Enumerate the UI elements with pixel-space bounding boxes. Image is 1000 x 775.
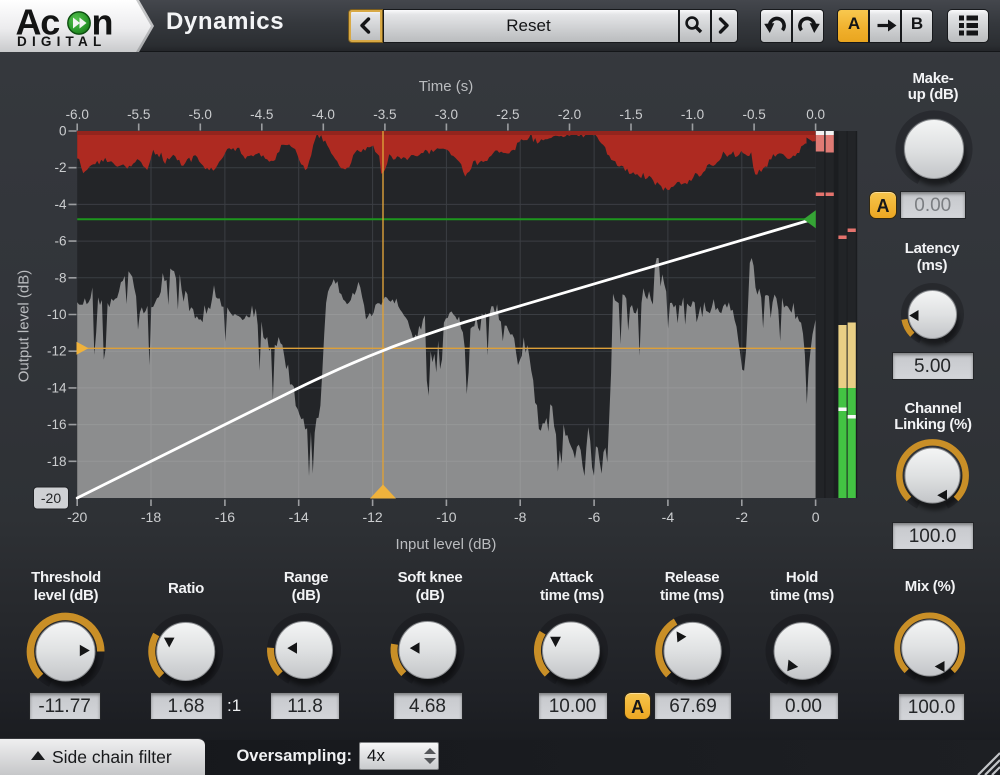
- svg-text:-0.5: -0.5: [742, 107, 765, 122]
- svg-text:Input level (dB): Input level (dB): [396, 536, 497, 553]
- svg-text:0: 0: [59, 124, 67, 139]
- svg-text:-18: -18: [47, 454, 67, 469]
- svg-text:-4.5: -4.5: [250, 107, 273, 122]
- svg-text:-5.5: -5.5: [127, 107, 150, 122]
- svg-text:0.0: 0.0: [806, 107, 825, 122]
- svg-text:-1.0: -1.0: [681, 107, 704, 122]
- svg-text:-1.5: -1.5: [619, 107, 642, 122]
- svg-text:-14: -14: [289, 509, 309, 525]
- svg-text:-10: -10: [436, 509, 456, 525]
- svg-text:-14: -14: [47, 380, 67, 395]
- svg-text:-18: -18: [141, 509, 161, 525]
- svg-text:-6.0: -6.0: [66, 107, 89, 122]
- svg-text:-4: -4: [662, 509, 675, 525]
- svg-text:Time (s): Time (s): [419, 78, 473, 95]
- svg-text:Output level (dB): Output level (dB): [16, 270, 33, 383]
- svg-text:-12: -12: [362, 509, 382, 525]
- svg-text:-3.5: -3.5: [373, 107, 396, 122]
- svg-text:-2: -2: [736, 509, 749, 525]
- svg-text:-16: -16: [215, 509, 235, 525]
- svg-text:-2.5: -2.5: [496, 107, 519, 122]
- svg-text:-2.0: -2.0: [558, 107, 581, 122]
- svg-text:-6: -6: [588, 509, 601, 525]
- svg-text:-4: -4: [54, 197, 66, 212]
- svg-text:-16: -16: [47, 417, 67, 432]
- svg-text:-4.0: -4.0: [312, 107, 335, 122]
- svg-text:-2: -2: [54, 160, 66, 175]
- svg-text:-3.0: -3.0: [435, 107, 458, 122]
- svg-text:-20: -20: [41, 490, 61, 506]
- svg-text:-6: -6: [54, 234, 66, 249]
- svg-text:0: 0: [812, 509, 820, 525]
- svg-text:-12: -12: [47, 344, 67, 359]
- svg-text:-8: -8: [54, 270, 66, 285]
- svg-text:-20: -20: [67, 509, 87, 525]
- svg-text:-10: -10: [47, 307, 67, 322]
- svg-text:-5.0: -5.0: [189, 107, 212, 122]
- svg-text:-8: -8: [514, 509, 527, 525]
